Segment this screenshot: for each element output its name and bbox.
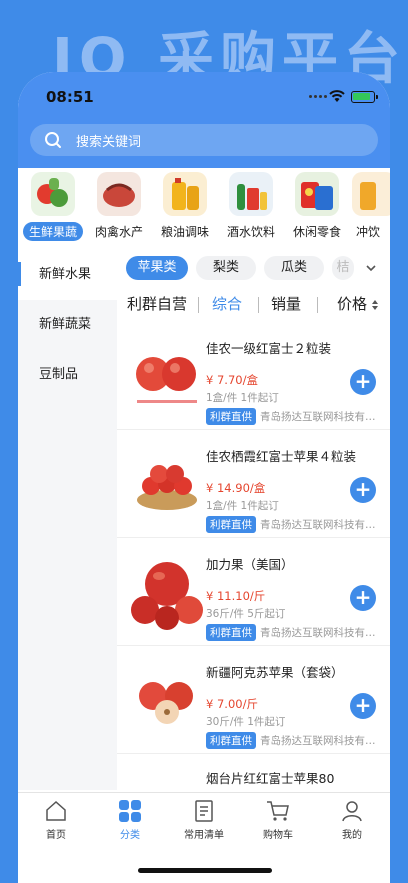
category-meat-seafood[interactable]: 肉禽水产 [86,168,152,241]
product-list: 佳农一级红富士２粒装 ¥ 7.70/盒 1盒/件 1件起订 利群直供 青岛扬达互… [117,322,390,792]
product-card[interactable]: 烟台片红红富士苹果80 [117,754,390,794]
product-price: ¥ 11.10/斤 [206,589,266,603]
tab-label: 首页 [46,830,66,841]
subcategory-tabs: 苹果类 梨类 瓜类 桔 [124,256,390,282]
home-icon [46,800,66,821]
category-label: 肉禽水产 [94,225,143,239]
product-image [127,550,207,630]
sidebar-item-fresh-fruit[interactable]: 新鲜水果 [18,250,117,300]
battery-icon [351,91,378,103]
sidebar-item-tofu[interactable]: 豆制品 [18,350,117,400]
category-drinks[interactable]: 酒水饮料 [218,168,284,241]
sort-price-label: 价格 [337,295,368,313]
tab-category[interactable]: 分类 [93,799,167,841]
supply-badge: 利群直供 [206,732,256,749]
tab-cart[interactable]: 购物车 [241,799,315,841]
category-label: 休闲零食 [292,225,341,239]
sidebar: 新鲜水果 新鲜蔬菜 豆制品 [18,250,117,790]
fresh-produce-image [31,172,75,216]
drinks-image [229,172,273,216]
subtab-pears[interactable]: 梨类 [196,256,256,280]
product-card[interactable]: 佳农一级红富士２粒装 ¥ 7.70/盒 1盒/件 1件起订 利群直供 青岛扬达互… [117,322,390,430]
supplier-name: 青岛扬达互联网科技有限公司 [260,411,385,423]
add-to-cart-button[interactable]: + [350,477,376,503]
product-image [127,442,207,522]
tab-shopping-list[interactable]: 常用清单 [167,799,241,841]
product-spec: 1盒/件 1件起订 [206,500,279,512]
supply-badge: 利群直供 [206,408,256,425]
product-card[interactable]: 佳农栖霞红富士苹果４粒装 ¥ 14.90/盒 1盒/件 1件起订 利群直供 青岛… [117,430,390,538]
sort-comprehensive[interactable]: 综合 [212,293,242,314]
tab-label: 常用清单 [184,830,224,841]
add-to-cart-button[interactable]: + [350,693,376,719]
category-fresh-produce[interactable]: 生鲜果蔬 [20,168,86,241]
category-grid-icon [119,800,141,822]
category-label: 粮油调味 [160,225,209,239]
product-spec: 30斤/件 1件起订 [206,716,286,728]
category-label: 冲饮 [355,225,380,239]
grain-oil-image [163,172,207,216]
instant-drinks-image [352,172,390,216]
category-instant-drinks[interactable]: 冲饮 [350,168,390,241]
meat-seafood-image [97,172,141,216]
cart-icon [267,801,289,821]
list-icon [195,800,213,822]
product-image [127,334,207,414]
chevron-down-icon[interactable] [364,261,378,275]
sort-divider [198,297,199,313]
tab-label: 分类 [120,830,140,841]
product-spec: 36斤/件 5斤起订 [206,608,286,620]
product-card[interactable]: 新疆阿克苏苹果（套袋） ¥ 7.00/斤 30斤/件 1件起订 利群直供 青岛扬… [117,646,390,754]
snacks-image [295,172,339,216]
add-to-cart-button[interactable]: + [350,369,376,395]
product-spec: 1盒/件 1件起订 [206,392,279,404]
category-label: 生鲜果蔬 [22,222,83,241]
product-price: ¥ 14.90/盒 [206,481,266,495]
status-time: 08:51 [46,88,94,106]
wifi-icon [329,90,345,102]
category-grain-oil[interactable]: 粮油调味 [152,168,218,241]
supply-badge: 利群直供 [206,516,256,533]
subtab-melons[interactable]: 瓜类 [264,256,324,280]
product-card[interactable]: 加力果（美国） ¥ 11.10/斤 36斤/件 5斤起订 利群直供 青岛扬达互联… [117,538,390,646]
product-name: 烟台片红红富士苹果80 [206,771,335,786]
sort-divider [258,297,259,313]
status-bar: 08:51 [18,88,390,108]
search-icon [45,132,61,148]
category-snacks[interactable]: 休闲零食 [284,168,350,241]
sort-lique-self[interactable]: 利群自营 [127,293,187,314]
product-name: 新疆阿克苏苹果（套袋） [206,665,344,680]
product-name: 佳农栖霞红富士苹果４粒装 [206,449,357,464]
subtab-apples[interactable]: 苹果类 [126,256,188,280]
sort-price[interactable]: 价格 [337,293,378,314]
product-price: ¥ 7.70/盒 [206,373,258,387]
search-bar[interactable]: 搜索关键词 [30,124,378,156]
product-name: 加力果（美国） [206,557,294,572]
product-price: ¥ 7.00/斤 [206,697,258,711]
sort-arrows-icon [371,299,378,310]
tab-profile[interactable]: 我的 [315,799,389,841]
app-screen: 08:51 搜索关键词 生鲜果蔬 肉禽水产 粮油调味 酒水饮料 休闲零食 冲饮 … [18,72,390,883]
home-indicator [138,868,272,873]
product-name: 佳农一级红富士２粒装 [206,341,332,356]
add-to-cart-button[interactable]: + [350,585,376,611]
supply-badge: 利群直供 [206,624,256,641]
tab-label: 购物车 [263,830,293,841]
supplier-name: 青岛扬达互联网科技有限公司 [260,627,385,639]
sort-divider [317,297,318,313]
signal-icon [309,95,327,98]
product-image [127,658,207,738]
supplier-name: 青岛扬达互联网科技有限公司 [260,519,385,531]
search-input[interactable]: 搜索关键词 [76,131,141,150]
sort-bar: 利群自营 综合 销量 价格 [117,286,390,322]
supplier-name: 青岛扬达互联网科技有限公司 [260,735,385,747]
category-label: 酒水饮料 [226,225,275,239]
user-icon [342,801,362,822]
tab-label: 我的 [342,830,362,841]
category-strip: 生鲜果蔬 肉禽水产 粮油调味 酒水饮料 休闲零食 冲饮 [18,168,390,244]
subtab-citrus[interactable]: 桔 [332,256,354,280]
sort-sales[interactable]: 销量 [271,293,301,314]
tab-home[interactable]: 首页 [19,799,93,841]
sidebar-item-fresh-vegetables[interactable]: 新鲜蔬菜 [18,300,117,350]
